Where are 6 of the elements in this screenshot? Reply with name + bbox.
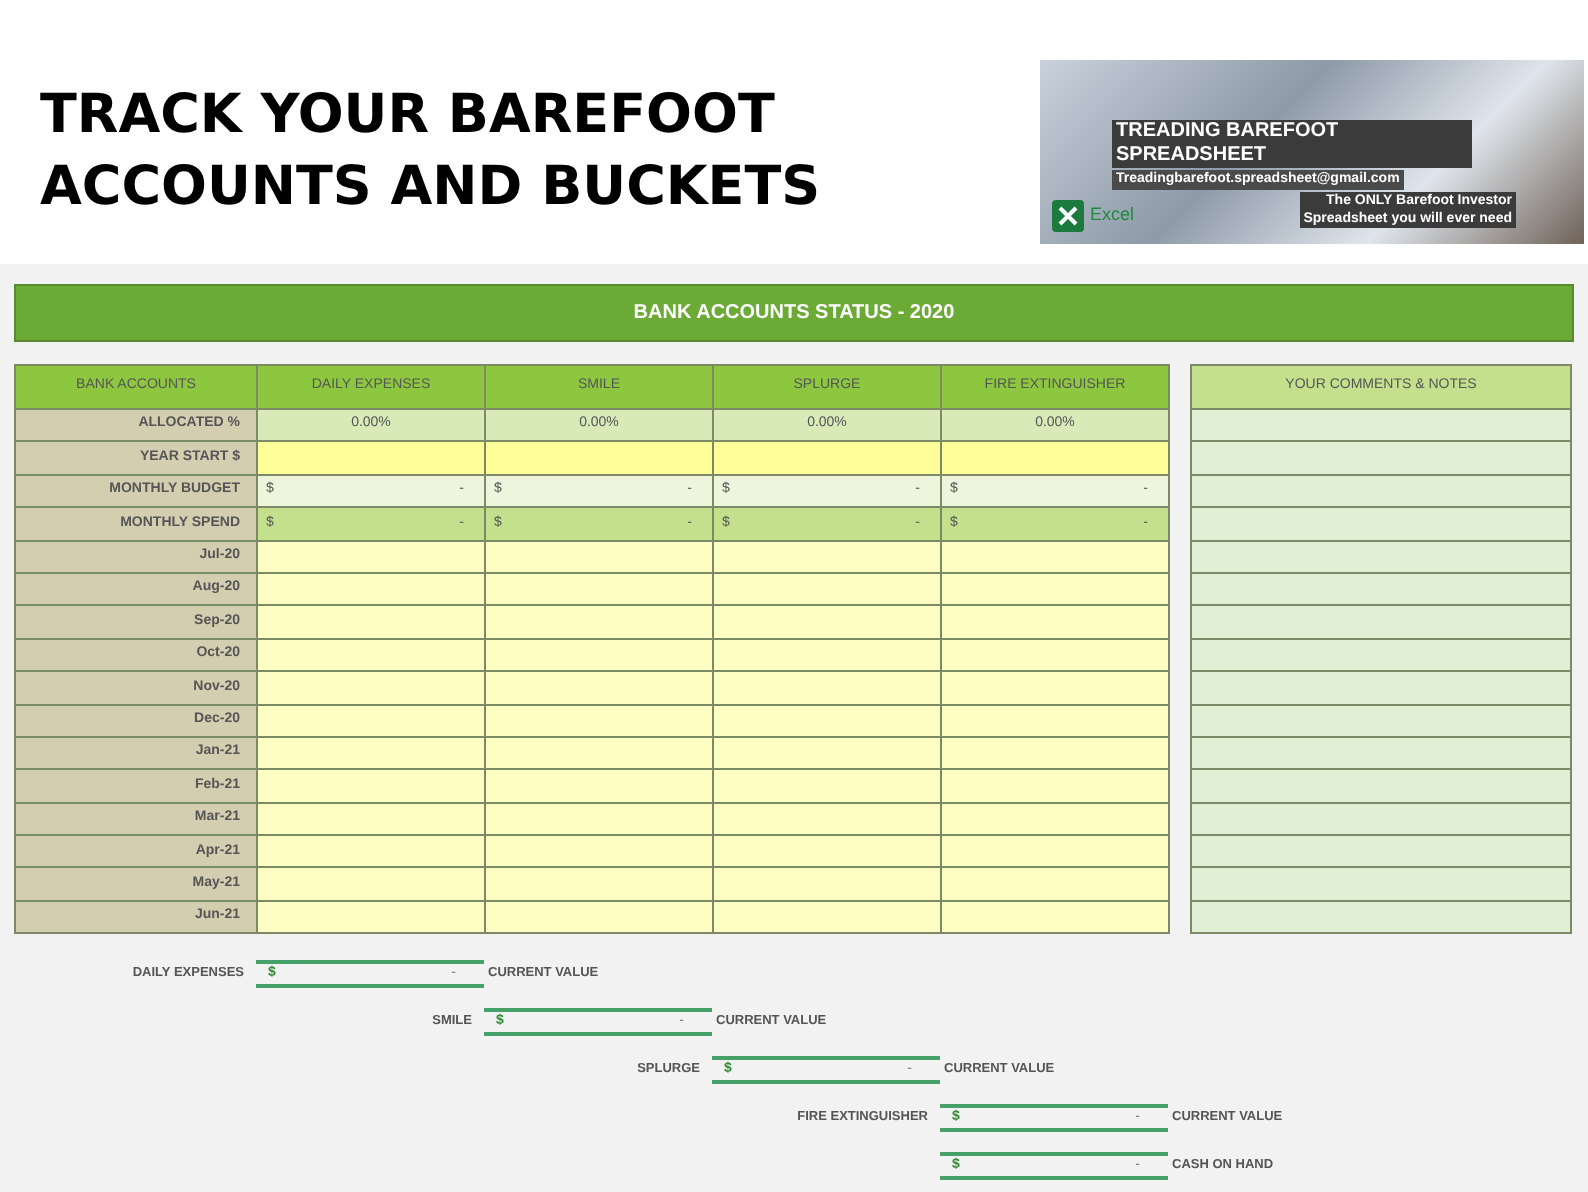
title-bar: BANK ACCOUNTS STATUS - 2020 [14,284,1574,342]
banner-title: TREADING BAREFOOT SPREADSHEET [1112,120,1472,168]
app-name: Excel [1090,202,1135,229]
page-heading: ACCOUNTS AND BUCKETS [40,154,821,222]
page-heading: TRACK YOUR BAREFOOT [40,82,777,150]
spreadsheet-icon [1052,200,1084,232]
